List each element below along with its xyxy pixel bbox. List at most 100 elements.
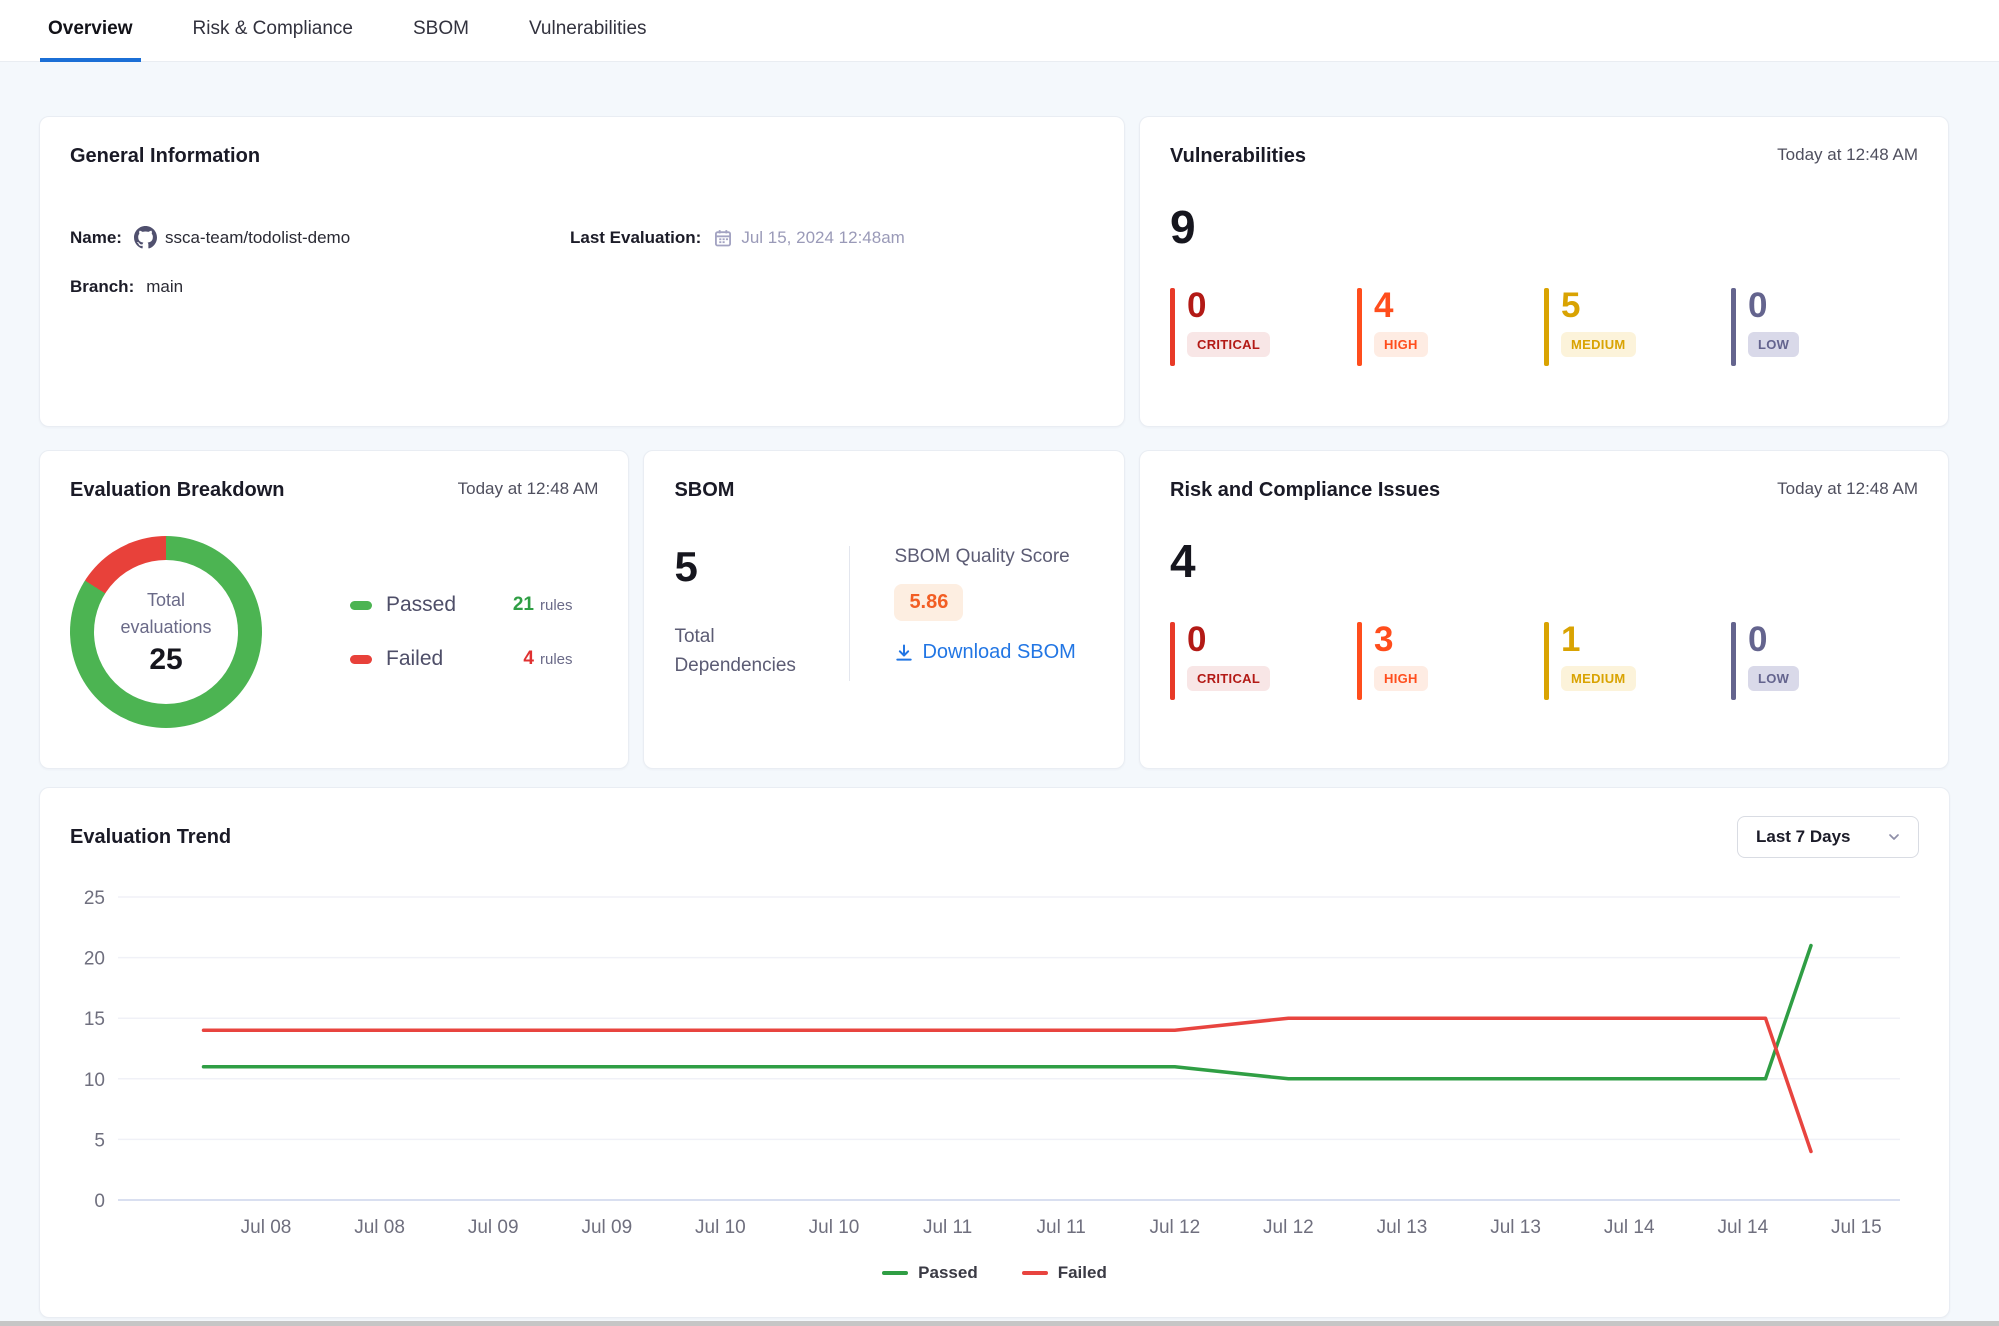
trend-x-tick-label: Jul 15 [1831,1217,1882,1238]
evaluation-breakdown-card: Evaluation Breakdown Today at 12:48 AM T… [39,450,629,769]
failed-unit: rules [540,651,573,668]
risk-severity-low-badge: LOW [1748,666,1799,691]
risk-severity-critical-bar [1170,622,1175,700]
trend-x-tick-label: Jul 11 [1037,1217,1086,1238]
trend-x-tick-label: Jul 09 [581,1217,632,1238]
breakdown-legend: Passed 21 rules Failed 4 rules [350,593,573,671]
severity-medium-badge: MEDIUM [1561,332,1636,357]
severity-critical-bar [1170,288,1175,366]
time-range-value: Last 7 Days [1756,827,1851,847]
download-sbom-text: Download SBOM [922,641,1075,664]
trend-legend-failed: Failed [1022,1263,1107,1283]
sbom-quality-score-value: 5.86 [894,584,963,621]
trend-y-tick-label: 25 [84,888,105,909]
trend-x-tick-label: Jul 08 [241,1217,292,1238]
trend-x-tick-label: Jul 09 [468,1217,519,1238]
risk-compliance-timestamp: Today at 12:48 AM [1777,479,1918,499]
vulnerabilities-severity-row: 0 CRITICAL 4 HIGH 5 MEDIUM 0 LOW [1170,288,1918,366]
risk-severity-high-badge: HIGH [1374,666,1428,691]
severity-high: 4 HIGH [1357,288,1544,366]
download-sbom-link[interactable]: Download SBOM [894,641,1075,664]
sbom-score-block: SBOM Quality Score 5.86 Download SBOM [850,546,1075,681]
trend-x-tick-label: Jul 13 [1490,1217,1541,1238]
trend-y-tick-label: 0 [94,1191,105,1212]
severity-medium: 5 MEDIUM [1544,288,1731,366]
time-range-dropdown[interactable]: Last 7 Days [1737,816,1919,858]
passed-line-icon [882,1271,908,1275]
branch-row: Branch: main [70,277,570,297]
trend-x-tick-label: Jul 10 [809,1217,860,1238]
vulnerabilities-title: Vulnerabilities [1170,145,1306,168]
risk-severity-medium-badge: MEDIUM [1561,666,1636,691]
severity-medium-bar [1544,288,1549,366]
vulnerabilities-timestamp: Today at 12:48 AM [1777,145,1918,165]
sbom-card: SBOM 5 Total Dependencies SBOM Quality S… [643,450,1125,769]
donut-total-value: 25 [149,643,182,677]
total-dependencies-count: 5 [674,546,849,588]
trend-legend: Passed Failed [70,1263,1919,1283]
severity-high-count: 4 [1374,288,1428,323]
trend-x-tick-label: Jul 14 [1604,1217,1655,1238]
tab-risk-compliance[interactable]: Risk & Compliance [185,0,362,62]
trend-x-tick-label: Jul 11 [923,1217,972,1238]
name-label: Name: [70,228,122,248]
tab-vulnerabilities[interactable]: Vulnerabilities [521,0,655,62]
trend-y-tick-label: 5 [94,1130,105,1151]
sbom-title: SBOM [674,479,734,502]
severity-high-badge: HIGH [1374,332,1428,357]
severity-low-badge: LOW [1748,332,1799,357]
risk-severity-critical-count: 0 [1187,622,1270,657]
trend-passed-label: Passed [918,1263,978,1283]
breakdown-legend-failed: Failed 4 rules [350,647,573,671]
tab-sbom[interactable]: SBOM [405,0,477,62]
tab-overview-label: Overview [48,18,133,40]
github-icon [134,226,157,249]
vulnerabilities-card: Vulnerabilities Today at 12:48 AM 9 0 CR… [1139,116,1949,427]
severity-low-count: 0 [1748,288,1799,323]
severity-high-bar [1357,288,1362,366]
risk-severity-low-bar [1731,622,1736,700]
evaluation-breakdown-title: Evaluation Breakdown [70,479,285,502]
risk-severity-high-bar [1357,622,1362,700]
evaluation-trend-card: Evaluation Trend Last 7 Days 0510152025J… [39,787,1950,1318]
risk-severity-low: 0 LOW [1731,622,1918,700]
evaluation-trend-title: Evaluation Trend [70,826,231,849]
risk-compliance-title: Risk and Compliance Issues [1170,479,1440,502]
passed-pill-icon [350,601,372,610]
trend-x-tick-label: Jul 08 [354,1217,405,1238]
chevron-down-icon [1886,829,1902,845]
window-bottom-edge [0,1321,1999,1326]
risk-severity-critical-badge: CRITICAL [1187,666,1270,691]
donut-center-label: Total evaluations [120,587,211,639]
risk-compliance-total: 4 [1170,538,1918,584]
trend-line-failed [204,1018,1812,1151]
risk-severity-medium-count: 1 [1561,622,1636,657]
severity-low-bar [1731,288,1736,366]
risk-severity-low-count: 0 [1748,622,1799,657]
risk-severity-critical: 0 CRITICAL [1170,622,1357,700]
severity-critical-badge: CRITICAL [1187,332,1270,357]
trend-x-tick-label: Jul 12 [1149,1217,1200,1238]
evaluations-donut-chart: Total evaluations 25 [70,536,262,728]
severity-critical: 0 CRITICAL [1170,288,1357,366]
severity-medium-count: 5 [1561,288,1636,323]
general-information-card: General Information Name: ssca-team/todo… [39,116,1125,427]
failed-count: 4 [504,648,534,670]
last-evaluation-row: Last Evaluation: Jul 15, 2024 12:48am [570,226,1094,249]
tab-overview[interactable]: Overview [40,0,141,62]
sbom-quality-score-label: SBOM Quality Score [894,546,1075,568]
trend-y-tick-label: 20 [84,949,105,970]
repo-name-value: ssca-team/todolist-demo [134,226,350,249]
severity-critical-count: 0 [1187,288,1270,323]
severity-low: 0 LOW [1731,288,1918,366]
overview-page: General Information Name: ssca-team/todo… [0,62,1999,1318]
risk-severity-high-count: 3 [1374,622,1428,657]
trend-x-tick-label: Jul 10 [695,1217,746,1238]
trend-x-tick-label: Jul 12 [1263,1217,1314,1238]
trend-legend-passed: Passed [882,1263,978,1283]
repo-name-row: Name: ssca-team/todolist-demo [70,226,570,249]
total-dependencies-label: Total Dependencies [674,622,849,681]
calendar-icon [713,228,733,248]
breakdown-legend-passed: Passed 21 rules [350,593,573,617]
vulnerabilities-total: 9 [1170,204,1918,250]
